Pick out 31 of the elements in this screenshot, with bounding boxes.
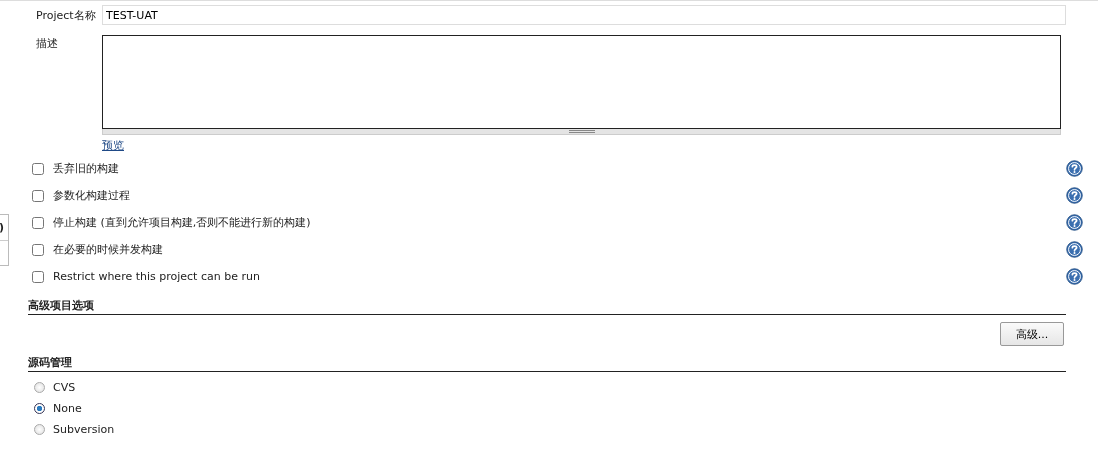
field-label: 描述 (35, 36, 59, 52)
description-field[interactable] (102, 35, 1061, 129)
help-icon[interactable] (1066, 187, 1083, 204)
help-icon[interactable] (1066, 214, 1083, 231)
help-icon[interactable] (1066, 268, 1083, 285)
help-icon[interactable] (1066, 160, 1083, 177)
checkbox[interactable] (32, 243, 44, 256)
preview-link[interactable]: 预览 (102, 138, 124, 153)
resize-handle[interactable] (102, 129, 1061, 135)
option-label: Restrict where this project can be run (53, 270, 261, 283)
help-icon[interactable] (1066, 241, 1083, 258)
checkbox[interactable] (32, 216, 44, 229)
section-header: 源码管理 (28, 355, 1066, 372)
section-header: 高级项目选项 (28, 298, 1066, 315)
checkbox[interactable] (32, 162, 44, 175)
radio-button[interactable] (34, 403, 45, 414)
radio-button[interactable] (34, 424, 45, 435)
option-label: 停止构建 (直到允许项目构建,否则不能进行新的构建) (53, 215, 312, 230)
radio-label: None (53, 402, 83, 415)
option-label: 丢弃旧的构建 (53, 161, 120, 176)
radio-label: CVS (53, 381, 77, 394)
sidebar-item[interactable]: ) (0, 215, 8, 240)
checkbox[interactable] (32, 270, 44, 283)
name-field[interactable]: TEST-UAT (102, 5, 1066, 25)
radio-button[interactable] (34, 382, 45, 393)
advanced-button[interactable]: 高级... (1000, 322, 1064, 346)
checkbox[interactable] (32, 189, 44, 202)
option-label: 在必要的时候并发构建 (53, 242, 164, 257)
option-label: 参数化构建过程 (53, 188, 131, 203)
field-label: Project名称 (35, 7, 97, 23)
radio-label: Subversion (53, 423, 116, 436)
